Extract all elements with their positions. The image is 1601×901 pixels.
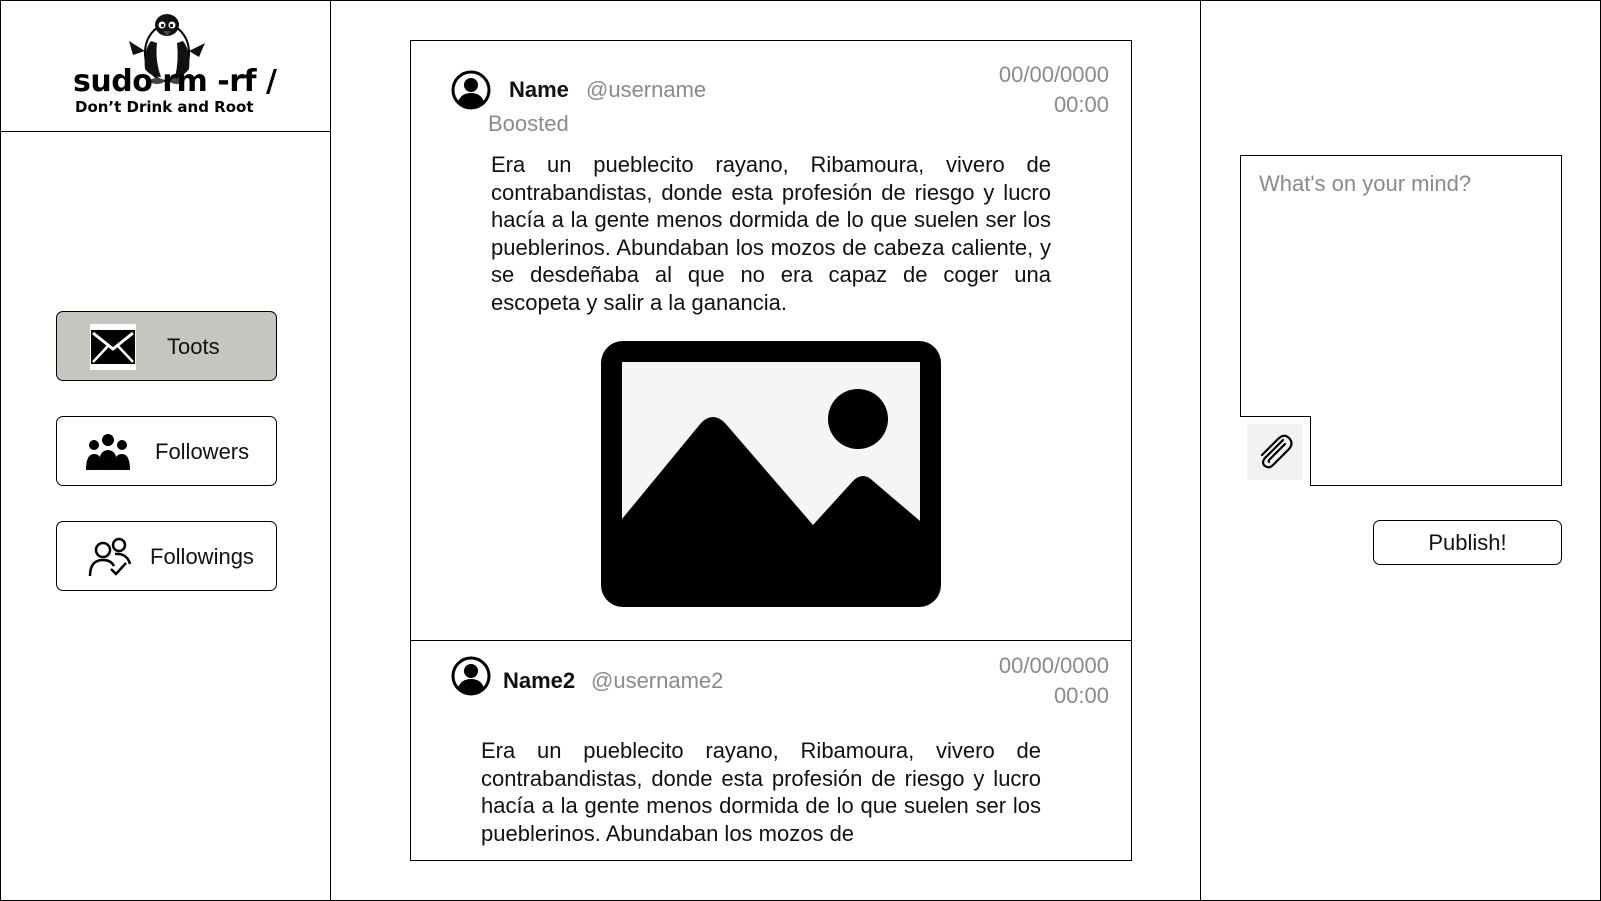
- post-date: 00/00/0000: [998, 653, 1109, 678]
- toot-body: Era un pueblecito rayano, Ribamoura, viv…: [481, 738, 1041, 846]
- toot-feed[interactable]: Name @username 00/00/0000 00:00 Boosted …: [410, 40, 1132, 861]
- post-time: 00:00: [1053, 683, 1109, 708]
- nav-toots-button[interactable]: Toots: [56, 311, 277, 381]
- boosted-label: Boosted: [488, 111, 569, 136]
- users-check-icon: [87, 534, 133, 580]
- compose-input[interactable]: [1241, 156, 1561, 415]
- avatar-icon[interactable]: [451, 656, 491, 696]
- compose-box: [1240, 155, 1562, 486]
- nav-followers-button[interactable]: Followers: [56, 416, 277, 486]
- nav-toots-label: Toots: [167, 334, 220, 359]
- logo[interactable]: sudo rm -rf / Don’t Drink and Root: [1, 1, 332, 132]
- publish-button[interactable]: Publish!: [1373, 520, 1562, 565]
- post-date: 00/00/0000: [998, 62, 1109, 87]
- envelope-icon: [90, 324, 136, 370]
- author-name[interactable]: Name2: [503, 668, 575, 694]
- author-username[interactable]: @username: [586, 77, 706, 103]
- toot-body: Era un pueblecito rayano, Ribamoura, viv…: [491, 152, 1051, 315]
- logo-title: sudo rm -rf /: [73, 64, 277, 99]
- post-time: 00:00: [1053, 92, 1109, 117]
- toot-card[interactable]: Name2 @username2 00/00/0000 00:00 Era un…: [411, 641, 1131, 860]
- author-name[interactable]: Name: [509, 77, 569, 103]
- nav-followings-label: Followings: [150, 544, 254, 569]
- nav-followers-label: Followers: [155, 439, 250, 464]
- author-username[interactable]: @username2: [591, 668, 723, 694]
- nav-followings-button[interactable]: Followings: [56, 521, 277, 591]
- attach-button[interactable]: [1240, 416, 1311, 486]
- group-icon: [85, 429, 131, 475]
- image-placeholder-icon[interactable]: [601, 341, 941, 607]
- paperclip-icon: [1247, 423, 1303, 480]
- left-sidebar: sudo rm -rf / Don’t Drink and Root Toots…: [0, 0, 332, 901]
- logo-subtitle: Don’t Drink and Root: [75, 98, 254, 116]
- avatar-icon[interactable]: [451, 70, 491, 110]
- toot-card[interactable]: Name @username 00/00/0000 00:00 Boosted …: [411, 41, 1131, 641]
